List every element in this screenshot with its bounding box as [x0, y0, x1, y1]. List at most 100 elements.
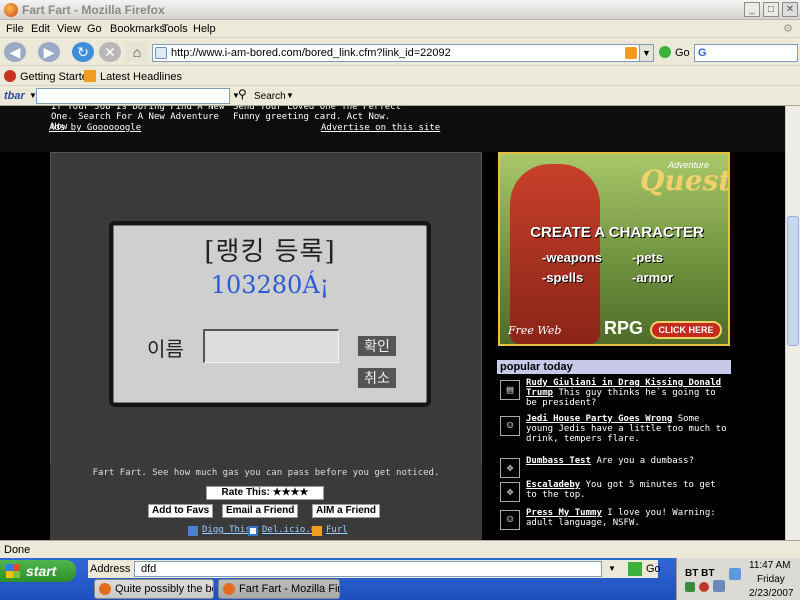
bookmark-latest-headlines[interactable]: Latest Headlines	[100, 71, 182, 83]
game-footer: Fart Fart. See how much gas you can pass…	[50, 464, 482, 540]
menu-file[interactable]: File	[6, 23, 24, 35]
firefox-icon	[4, 3, 18, 17]
banner-free: Free Web	[508, 324, 562, 337]
advertise-link[interactable]: Advertise on this site	[321, 123, 440, 133]
vertical-scrollbar[interactable]	[785, 106, 800, 540]
minimize-button[interactable]: _	[744, 2, 760, 17]
rss-feed-icon	[84, 70, 96, 82]
task-label: Fart Fart - Mozilla Fir...	[239, 583, 340, 595]
banner-opt-weapons: -weapons	[542, 250, 602, 265]
forward-icon[interactable]: ▶	[38, 42, 60, 62]
aim-friend-button[interactable]: AIM a Friend	[312, 504, 381, 518]
popular-link[interactable]: Press My Tummy	[526, 508, 602, 518]
url-dropdown-icon[interactable]: ▼	[639, 45, 653, 61]
banner-opt-pets: -pets	[632, 250, 664, 265]
close-button[interactable]: ✕	[782, 2, 798, 17]
name-input[interactable]	[203, 329, 339, 363]
address-input[interactable]: dfd	[134, 561, 602, 577]
network-icon[interactable]	[729, 568, 741, 580]
getting-started-icon	[4, 70, 16, 82]
scrollbar-thumb[interactable]	[787, 216, 799, 346]
digg-icon	[188, 526, 198, 536]
go-icon[interactable]	[659, 46, 671, 58]
menu-tools[interactable]: Tools	[162, 23, 188, 35]
clock-day: Friday	[757, 574, 785, 585]
tbar-toolbar: tbar ▼ ▼ ⚲ Search ▼	[0, 86, 800, 106]
menu-go[interactable]: Go	[87, 23, 102, 35]
task-button-1[interactable]: Quite possibly the be...	[94, 579, 214, 599]
home-icon[interactable]: ⌂	[126, 42, 148, 62]
bookmark-getting-started[interactable]: Getting Started	[20, 71, 94, 83]
furl-icon	[312, 526, 322, 536]
tbar-search-input[interactable]	[36, 88, 230, 104]
menu-edit[interactable]: Edit	[31, 23, 50, 35]
rss-icon[interactable]	[625, 47, 637, 59]
start-label: start	[26, 563, 57, 579]
smiley-icon: ☺	[500, 416, 520, 436]
add-to-favs-button[interactable]: Add to Favs	[148, 504, 214, 518]
adventure-quest-banner[interactable]: Adventure Quest CREATE A CHARACTER -weap…	[498, 152, 730, 346]
status-bar: Done	[0, 540, 800, 558]
smiley-icon: ☺	[500, 510, 520, 530]
name-label: 이름	[147, 339, 184, 361]
firefox-icon	[99, 583, 111, 595]
address-dropdown-icon[interactable]: ▼	[608, 562, 620, 576]
task-label: Quite possibly the be...	[115, 583, 213, 595]
windows-logo-icon	[6, 564, 20, 578]
rate-button[interactable]: Rate This: ★★★★	[206, 486, 324, 500]
cancel-button[interactable]: 취소	[357, 367, 397, 389]
throbber-icon: ⚙	[783, 23, 793, 35]
click-here-button[interactable]: CLICK HERE	[650, 321, 722, 339]
tray-icon[interactable]	[699, 582, 709, 592]
system-tray: BT BT 11:47 AM Friday 2/23/2007	[676, 558, 800, 600]
popular-link[interactable]: Jedi House Party Goes Wrong	[526, 414, 672, 424]
bookmarks-toolbar: Getting Started Latest Headlines	[0, 66, 800, 86]
popular-link[interactable]: Dumbass Test	[526, 456, 591, 466]
stop-icon[interactable]: ✕	[99, 42, 121, 62]
furl-link[interactable]: Furl	[326, 525, 348, 535]
status-text: Done	[4, 544, 31, 556]
banner-opt-spells: -spells	[542, 270, 584, 285]
menu-help[interactable]: Help	[193, 23, 216, 35]
go-button[interactable]: Go	[675, 47, 690, 59]
task-button-2[interactable]: Fart Fart - Mozilla Fir...	[218, 579, 340, 599]
clock-date: 2/23/2007	[749, 588, 794, 599]
reload-icon[interactable]: ↻	[72, 42, 94, 62]
popular-desc: This guy thinks he`s going to be preside…	[526, 388, 716, 408]
menu-bar: File Edit View Go Bookmarks Tools Help ⚙	[0, 20, 800, 38]
address-go-icon[interactable]	[628, 562, 642, 576]
menu-view[interactable]: View	[57, 23, 81, 35]
back-icon[interactable]: ◀	[4, 42, 26, 62]
dialog-heading: [랭킹 등록]	[204, 237, 336, 267]
taskbar-address-toolbar: Address dfd ▼ Go	[88, 560, 661, 578]
search-box[interactable]: G	[694, 44, 798, 62]
email-friend-button[interactable]: Email a Friend	[222, 504, 299, 518]
menu-bookmarks[interactable]: Bookmarks	[110, 23, 165, 35]
ads-by-google-link[interactable]: Ads by Goooooogle	[49, 123, 141, 133]
ad-right-text[interactable]: Send Your Loved One The Perfect Funny gr…	[233, 106, 423, 122]
tray-icon[interactable]	[685, 582, 695, 592]
popular-link[interactable]: Escaladeby	[526, 480, 580, 490]
clock-time: 11:47 AM	[749, 560, 791, 571]
banner-headline: CREATE A CHARACTER	[530, 224, 704, 241]
tray-text: BT BT	[685, 568, 715, 579]
volume-icon[interactable]	[713, 580, 725, 592]
tbar-search-button[interactable]: Search	[254, 91, 286, 102]
window-title: Fart Fart - Mozilla Firefox	[22, 3, 165, 17]
ranking-dialog: [랭킹 등록] 103280Á¡ 이름 확인 취소	[109, 221, 431, 407]
tbar-logo: tbar	[4, 90, 25, 102]
url-bar[interactable]: http://www.i-am-bored.com/bored_link.cfm…	[152, 44, 654, 62]
game-area[interactable]: [랭킹 등록] 103280Á¡ 이름 확인 취소	[50, 152, 482, 466]
game-icon: ✥	[500, 482, 520, 502]
game-icon: ✥	[500, 458, 520, 478]
address-label: Address	[90, 563, 131, 575]
banner-opt-armor: -armor	[632, 270, 674, 285]
maximize-button[interactable]: □	[763, 2, 779, 17]
confirm-button[interactable]: 확인	[357, 335, 397, 357]
address-go-button[interactable]: Go	[646, 563, 661, 575]
popular-desc: Are you a dumbass?	[596, 456, 694, 466]
game-caption: Fart Fart. See how much gas you can pass…	[92, 468, 440, 478]
digg-link[interactable]: Digg This	[202, 525, 251, 535]
tbar-search-dropdown-icon[interactable]: ▼	[286, 91, 294, 100]
start-button[interactable]: start	[0, 560, 76, 582]
